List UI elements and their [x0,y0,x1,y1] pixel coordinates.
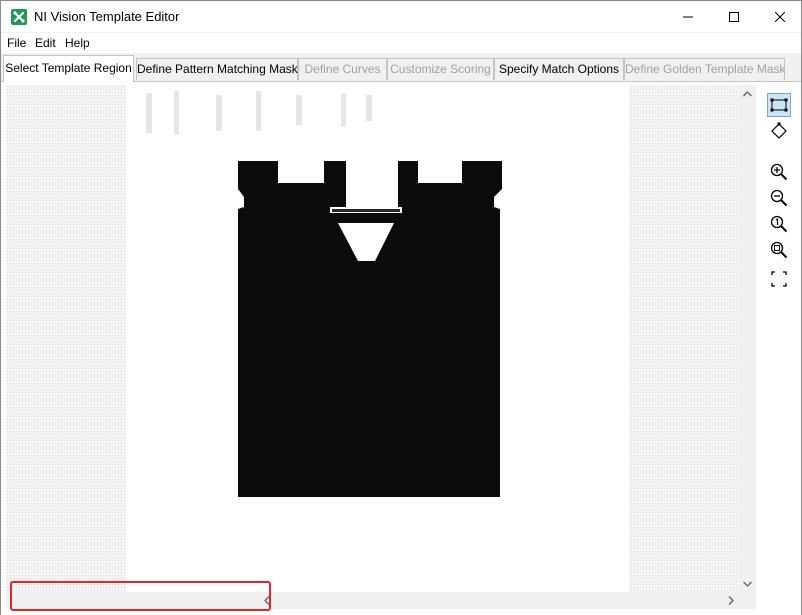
zoom-fit-icon [770,241,788,259]
fit-to-window-tool[interactable] [767,267,791,291]
part-silhouette [146,91,502,497]
title-bar[interactable]: NI Vision Template Editor [1,1,801,32]
rectangle-select-icon [770,98,788,112]
fit-to-window-icon [771,271,787,287]
zoom-in-tool[interactable] [767,160,791,184]
app-icon [11,9,27,25]
zoom-out-tool[interactable] [767,186,791,210]
tool-palette [760,85,800,609]
menu-edit[interactable]: Edit [35,36,56,50]
rotated-rectangle-tool[interactable] [767,119,791,143]
zoom-fit-tool[interactable] [767,238,791,262]
tab-define-pattern-matching-mask[interactable]: Define Pattern Matching Mask [136,58,298,80]
scroll-down-icon[interactable] [739,575,756,592]
menu-help[interactable]: Help [65,36,90,50]
zoom-in-icon [770,163,788,181]
maximize-button[interactable] [711,1,757,32]
tab-specify-match-options[interactable]: Specify Match Options [494,58,624,80]
template-editor-window: NI Vision Template Editor File Edit Help… [0,0,802,615]
menu-bar: File Edit Help [1,33,801,53]
tab-define-golden-template-mask[interactable]: Define Golden Template Mask [624,58,786,80]
close-icon [775,11,785,22]
tab-customize-scoring[interactable]: Customize Scoring [387,58,494,80]
tab-strip: Select Template Region Define Pattern Ma… [1,54,801,82]
tab-select-template-region[interactable]: Select Template Region [3,55,134,82]
scroll-corner [739,592,756,609]
menu-file[interactable]: File [7,36,26,50]
minimize-button[interactable] [665,1,711,32]
template-image [126,85,629,592]
maximize-icon [729,11,739,22]
minimize-icon [683,16,693,17]
window-title: NI Vision Template Editor [34,9,180,24]
rectangle-select-tool[interactable] [767,93,791,117]
tab-define-curves[interactable]: Define Curves [298,58,387,80]
scroll-right-icon[interactable] [722,592,739,609]
close-button[interactable] [757,1,802,32]
image-canvas[interactable] [6,85,739,592]
scroll-up-icon[interactable] [739,85,756,102]
vertical-scrollbar[interactable] [739,85,756,592]
rotated-rectangle-icon [771,122,787,139]
zoom-actual-size-tool[interactable] [767,212,791,236]
highlight-annotation-box [10,581,271,611]
zoom-out-icon [770,189,788,207]
zoom-actual-size-icon [770,215,788,233]
